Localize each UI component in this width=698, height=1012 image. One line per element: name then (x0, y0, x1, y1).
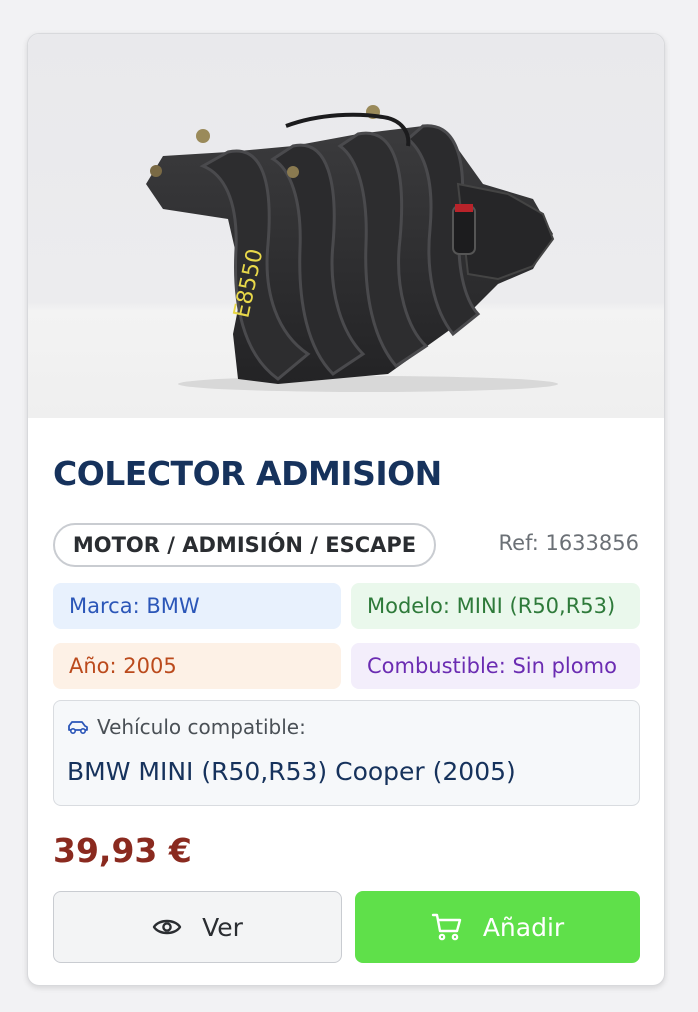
model-chip: Modelo: MINI (R50,R53) (351, 583, 640, 629)
view-button-label: Ver (202, 912, 243, 942)
model-label: Modelo: MINI (R50,R53) (367, 594, 616, 618)
fuel-chip: Combustible: Sin plomo (351, 643, 640, 689)
product-card: E8550 COLECTOR ADMISION MOTOR / ADMISIÓN… (27, 33, 665, 986)
brand-label: Marca: BMW (69, 594, 200, 618)
product-image[interactable]: E8550 (28, 34, 664, 418)
category-badge: MOTOR / ADMISIÓN / ESCAPE (53, 523, 436, 567)
compatible-vehicle-label: Vehículo compatible: (97, 715, 306, 739)
car-icon (68, 721, 88, 735)
product-ref: Ref: 1633856 (498, 531, 640, 555)
compatible-vehicle-value: BMW MINI (R50,R53) Cooper (2005) (67, 757, 516, 786)
year-chip: Año: 2005 (53, 643, 341, 689)
product-title: COLECTOR ADMISION (53, 454, 442, 493)
fuel-label: Combustible: Sin plomo (367, 654, 617, 678)
brand-chip: Marca: BMW (53, 583, 341, 629)
eye-icon (152, 919, 182, 935)
view-button[interactable]: Ver (53, 891, 342, 963)
cart-icon (431, 913, 462, 941)
product-price: 39,93 € (53, 831, 192, 870)
compatible-vehicle-box: Vehículo compatible: BMW MINI (R50,R53) … (53, 700, 640, 806)
intake-manifold-illustration: E8550 (146, 105, 558, 392)
add-to-cart-button[interactable]: Añadir (355, 891, 640, 963)
year-label: Año: 2005 (69, 654, 177, 678)
compatible-vehicle-header: Vehículo compatible: (67, 715, 306, 739)
add-button-label: Añadir (482, 912, 565, 942)
